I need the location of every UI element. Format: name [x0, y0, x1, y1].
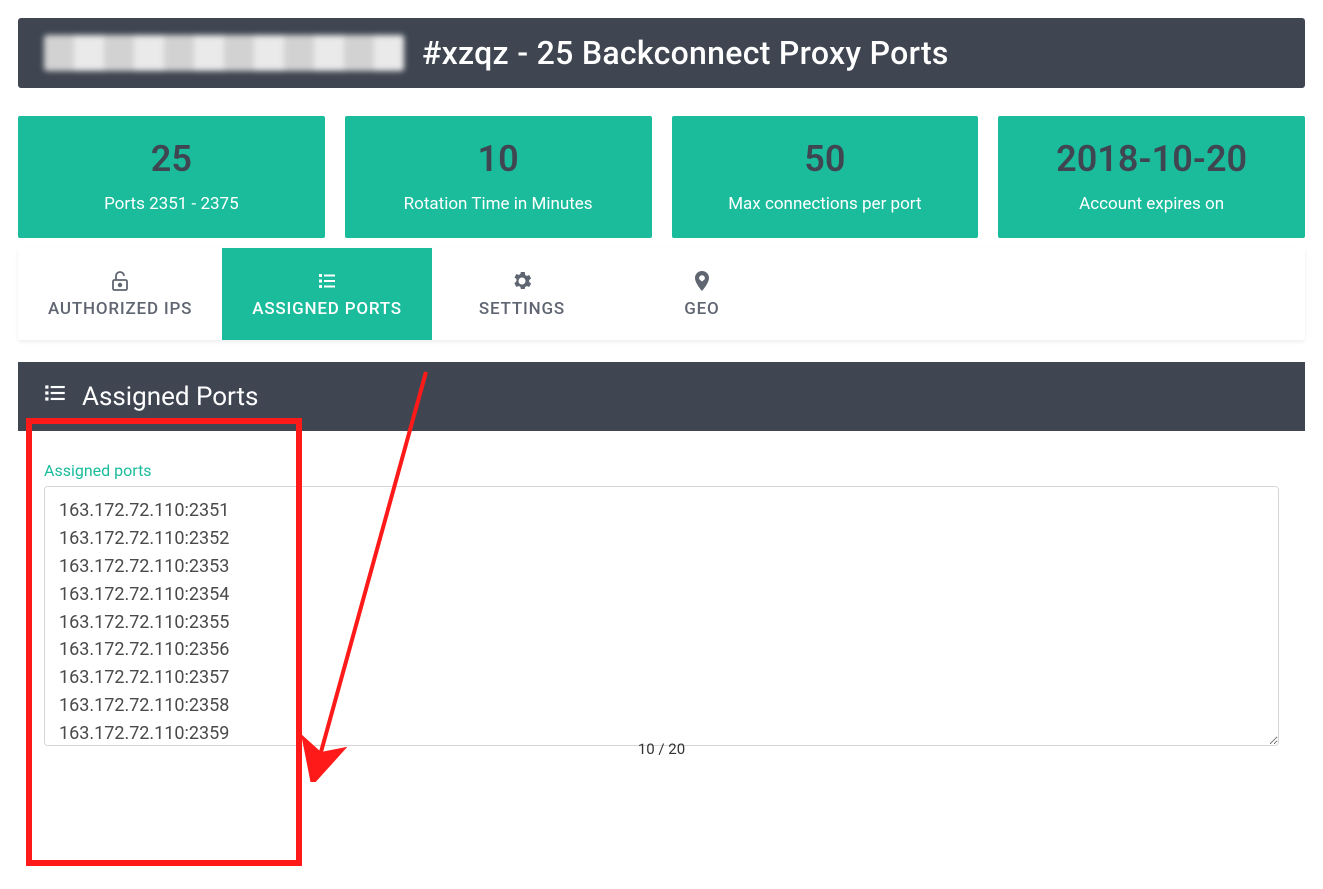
page-title: #xzqz - 25 Backconnect Proxy Ports — [422, 34, 949, 72]
assigned-ports-label: Assigned ports — [44, 461, 1279, 480]
tab-authorized-ips[interactable]: AUTHORIZED IPS — [18, 248, 222, 340]
stat-card-rotation: 10 Rotation Time in Minutes — [345, 116, 652, 238]
stat-card-ports: 25 Ports 2351 - 2375 — [18, 116, 325, 238]
panel-header: Assigned Ports — [18, 362, 1305, 431]
panel-title: Assigned Ports — [82, 382, 258, 412]
stat-value: 50 — [682, 138, 969, 180]
list-icon — [42, 380, 68, 413]
stat-card-max-conn: 50 Max connections per port — [672, 116, 979, 238]
tab-settings[interactable]: SETTINGS — [432, 248, 612, 340]
stat-label: Account expires on — [1008, 194, 1295, 214]
lock-open-icon — [108, 269, 132, 293]
stat-value: 10 — [355, 138, 642, 180]
tab-assigned-ports[interactable]: ASSIGNED PORTS — [222, 248, 432, 340]
page-header: #xzqz - 25 Backconnect Proxy Ports — [18, 18, 1305, 88]
stat-card-expires: 2018-10-20 Account expires on — [998, 116, 1305, 238]
stat-value: 25 — [28, 138, 315, 180]
pagination-indicator: 10 / 20 — [0, 736, 1323, 758]
gear-icon — [510, 269, 534, 293]
panel-body: Assigned ports — [18, 431, 1305, 760]
list-icon — [315, 269, 339, 293]
tabs-bar: AUTHORIZED IPS ASSIGNED PORTS SETTINGS — [18, 248, 1305, 340]
stats-row: 25 Ports 2351 - 2375 10 Rotation Time in… — [18, 116, 1305, 238]
tab-label: SETTINGS — [479, 299, 565, 319]
tab-label: GEO — [684, 299, 719, 319]
stat-value: 2018-10-20 — [1008, 138, 1295, 180]
assigned-ports-textarea[interactable] — [44, 486, 1279, 746]
stat-label: Max connections per port — [682, 194, 969, 214]
stat-label: Ports 2351 - 2375 — [28, 194, 315, 214]
header-redacted-area — [44, 35, 404, 71]
tab-geo[interactable]: GEO — [612, 248, 792, 340]
assigned-ports-panel: Assigned Ports Assigned ports — [18, 362, 1305, 760]
map-pin-icon — [690, 269, 714, 293]
tab-label: ASSIGNED PORTS — [252, 299, 402, 319]
tab-label: AUTHORIZED IPS — [48, 299, 192, 319]
stat-label: Rotation Time in Minutes — [355, 194, 642, 214]
